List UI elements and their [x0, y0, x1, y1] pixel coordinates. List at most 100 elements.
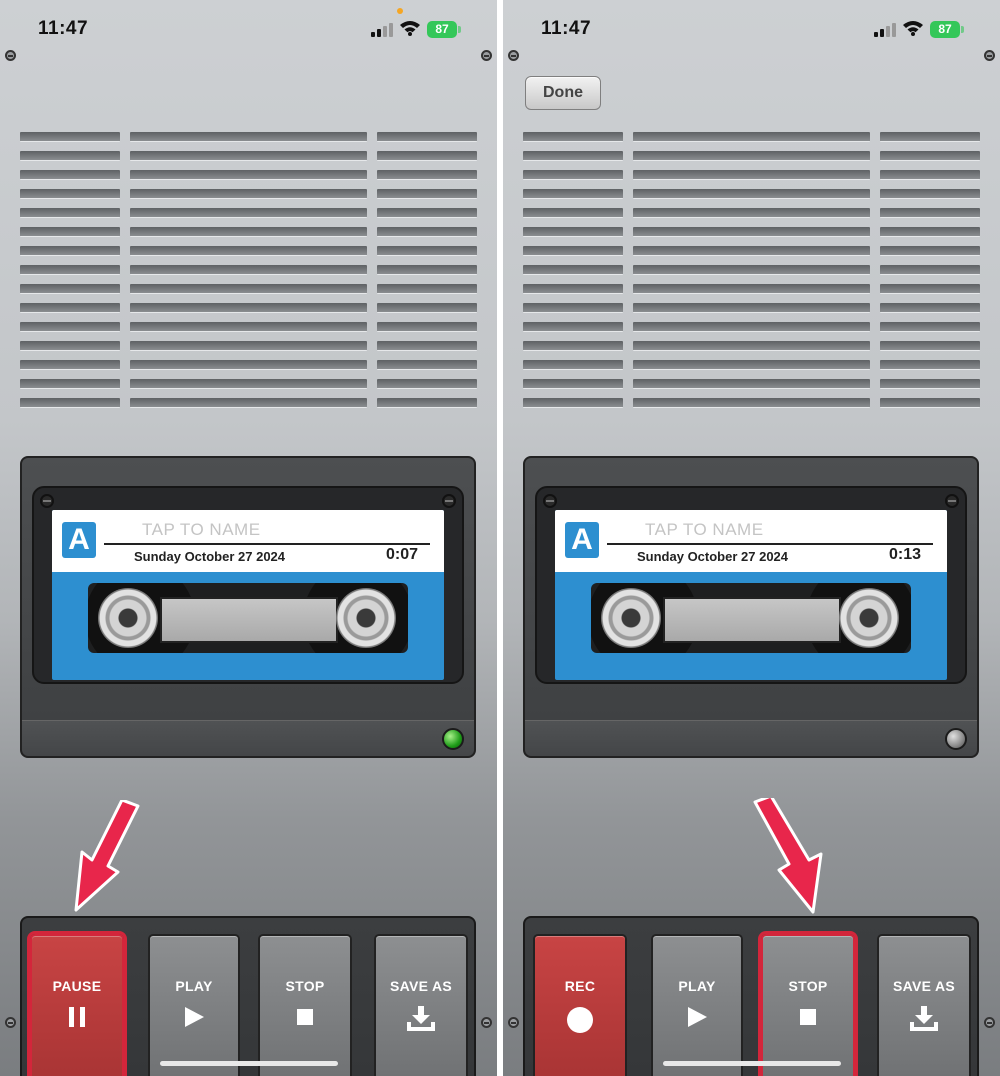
battery-icon: 87 — [427, 21, 461, 38]
pause-button[interactable]: PAUSE — [27, 931, 127, 1076]
speaker-grille — [523, 132, 980, 412]
speaker-slot — [633, 341, 870, 351]
red-arrow-annotation — [753, 798, 823, 914]
screw-icon — [984, 50, 995, 61]
pause-icon — [69, 1007, 85, 1027]
speaker-slot — [880, 132, 980, 142]
speaker-slot — [130, 398, 367, 408]
screw-icon — [508, 1017, 519, 1028]
cassette-tape: A TAP TO NAME Sunday October 27 2024 0:1… — [555, 510, 947, 680]
speaker-slot — [633, 246, 870, 256]
done-button[interactable]: Done — [525, 76, 601, 110]
speaker-slot — [633, 132, 870, 142]
speaker-slot — [20, 379, 120, 389]
speaker-slot — [130, 132, 367, 142]
wifi-icon — [400, 21, 420, 36]
speaker-slot — [130, 189, 367, 199]
recording-indicator-led — [442, 728, 464, 750]
name-underline — [607, 543, 933, 545]
speaker-slot — [20, 246, 120, 256]
speaker-slot — [523, 189, 623, 199]
tape-window — [663, 597, 841, 643]
home-indicator — [663, 1061, 841, 1066]
recording-date: Sunday October 27 2024 — [134, 549, 286, 564]
screw-icon — [508, 50, 519, 61]
screw-icon — [984, 1017, 995, 1028]
save-as-label: SAVE AS — [389, 978, 452, 994]
speaker-slot — [523, 227, 623, 237]
speaker-slot — [130, 341, 367, 351]
stop-button[interactable]: STOP — [258, 934, 352, 1076]
speaker-grille — [20, 132, 477, 412]
speaker-slot — [377, 246, 477, 256]
save-as-button[interactable]: SAVE AS — [877, 934, 971, 1076]
speaker-slot — [880, 303, 980, 313]
screw-icon — [543, 494, 557, 508]
speaker-slot — [633, 303, 870, 313]
deck-base — [22, 720, 474, 756]
tap-to-name-field[interactable]: TAP TO NAME — [142, 520, 261, 540]
rec-label: REC — [564, 978, 596, 994]
speaker-slot — [880, 151, 980, 161]
speaker-slot — [523, 322, 623, 332]
speaker-slot — [130, 227, 367, 237]
speaker-slot — [523, 132, 623, 142]
speaker-slot — [377, 322, 477, 332]
speaker-slot — [20, 398, 120, 408]
speaker-slot — [20, 208, 120, 218]
save-as-button[interactable]: SAVE AS — [374, 934, 468, 1076]
speaker-slot — [880, 284, 980, 294]
speaker-slot — [523, 360, 623, 370]
speaker-slot — [523, 398, 623, 408]
cassette-tape: A TAP TO NAME Sunday October 27 2024 0:0… — [52, 510, 444, 680]
speaker-slot — [20, 265, 120, 275]
speaker-slot — [20, 284, 120, 294]
speaker-slot — [523, 379, 623, 389]
speaker-slot — [880, 227, 980, 237]
speaker-slot — [880, 208, 980, 218]
right-screenshot: 11:47 87 Done A TAP TO NAME Sunday Octob… — [503, 0, 1000, 1076]
status-icons: 87 — [371, 20, 481, 38]
left-reel-icon — [98, 588, 158, 648]
speaker-slot — [633, 189, 870, 199]
transport-controls: REC PLAY STOP SAVE AS — [523, 916, 979, 1076]
speaker-slot — [633, 398, 870, 408]
speaker-slot — [377, 132, 477, 142]
speaker-slot — [633, 227, 870, 237]
stop-button[interactable]: STOP — [758, 931, 858, 1076]
play-label: PLAY — [678, 978, 716, 994]
cassette-label[interactable]: A TAP TO NAME Sunday October 27 2024 0:1… — [555, 510, 947, 572]
side-badge: A — [62, 522, 96, 558]
speaker-slot — [377, 208, 477, 218]
save-as-label: SAVE AS — [892, 978, 955, 994]
speaker-slot — [633, 208, 870, 218]
right-reel-icon — [839, 588, 899, 648]
cassette-label[interactable]: A TAP TO NAME Sunday October 27 2024 0:0… — [52, 510, 444, 572]
speaker-slot — [633, 360, 870, 370]
play-button[interactable]: PLAY — [651, 934, 743, 1076]
speaker-slot — [130, 284, 367, 294]
screw-icon — [40, 494, 54, 508]
tap-to-name-field[interactable]: TAP TO NAME — [645, 520, 764, 540]
speaker-slot — [377, 303, 477, 313]
cassette-deck: A TAP TO NAME Sunday October 27 2024 0:0… — [20, 456, 476, 758]
speaker-slot — [130, 379, 367, 389]
speaker-slot — [880, 360, 980, 370]
cellular-signal-icon — [371, 22, 393, 37]
speaker-slot — [633, 151, 870, 161]
left-screenshot: 11:47 87 A TAP TO NAME Sunday October 27… — [0, 0, 497, 1076]
rec-button[interactable]: REC — [533, 934, 627, 1076]
speaker-slot — [377, 227, 477, 237]
screw-icon — [481, 1017, 492, 1028]
speaker-slot — [523, 341, 623, 351]
speaker-slot — [130, 208, 367, 218]
play-label: PLAY — [175, 978, 213, 994]
speaker-slot — [523, 265, 623, 275]
speaker-slot — [880, 322, 980, 332]
wifi-icon — [903, 21, 923, 36]
speaker-slot — [377, 398, 477, 408]
play-button[interactable]: PLAY — [148, 934, 240, 1076]
speaker-slot — [377, 189, 477, 199]
speaker-slot — [377, 170, 477, 180]
speaker-slot — [880, 170, 980, 180]
